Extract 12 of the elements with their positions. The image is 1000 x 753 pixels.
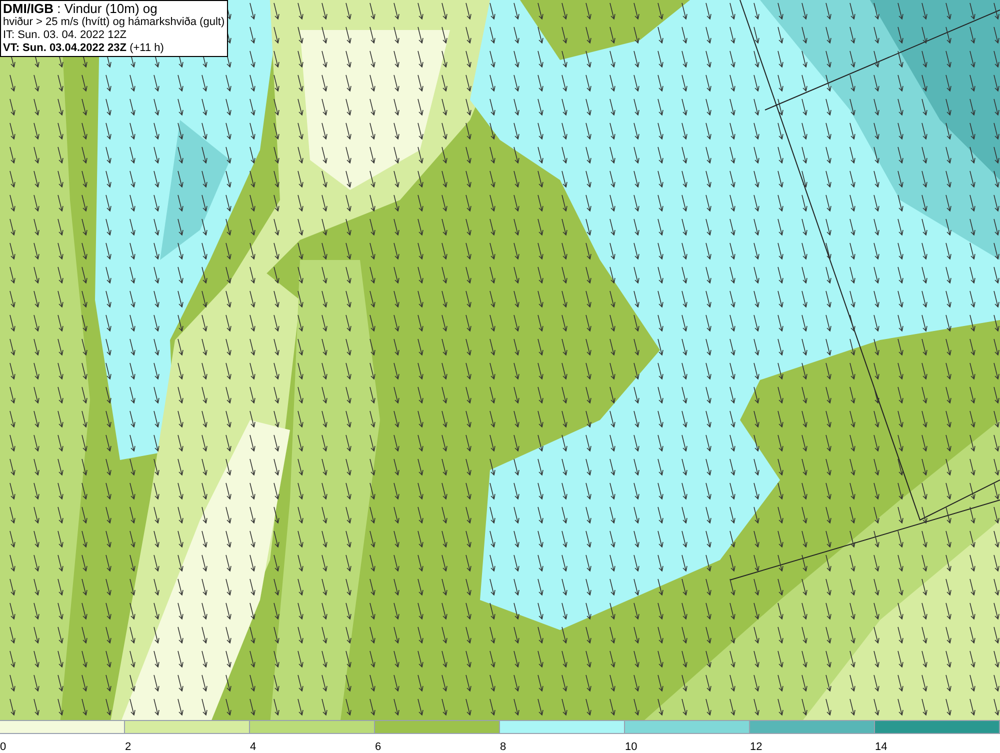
title-line: VT: Sun. 03.04.2022 23Z (+11 h): [3, 42, 165, 55]
title-line: DMI/IGB : Vindur (10m) og: [3, 2, 158, 16]
title-line: IT: Sun. 03. 04. 2022 12Z: [3, 29, 128, 42]
legend-label: 6: [375, 741, 382, 753]
title-line: hviður > 25 m/s (hvítt) og hámarkshviða (gult): [3, 16, 225, 29]
legend-label: 8: [500, 741, 506, 753]
legend-label: 14: [875, 741, 888, 753]
legend-label: 4: [250, 741, 256, 753]
legend-label: 0: [0, 741, 6, 753]
legend-label: 2: [125, 741, 132, 753]
legend-label: 10: [625, 741, 638, 753]
legend-label: 12: [750, 741, 762, 753]
